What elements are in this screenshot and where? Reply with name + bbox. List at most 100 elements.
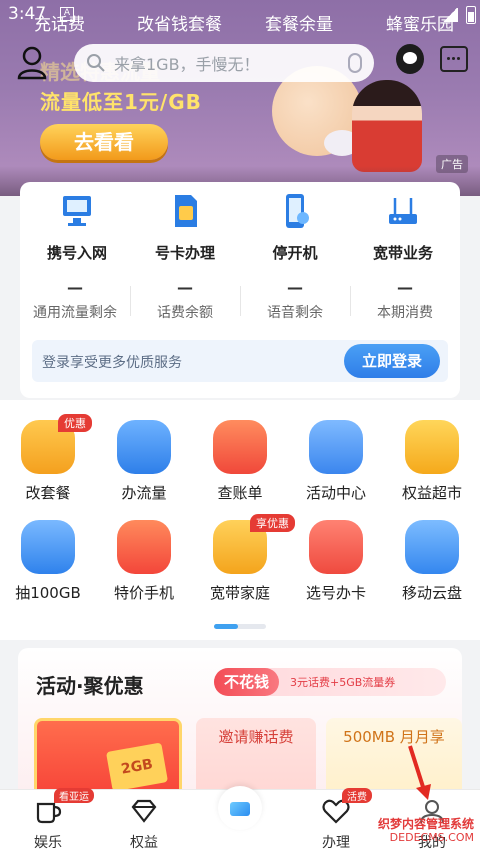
service-item[interactable]: 停开机: [250, 192, 340, 263]
cloud-upload-icon: [405, 520, 459, 574]
app-screen: 精选特惠流量 流量低至1元/GB 去看看 广告 3:47 A 充话费 改省钱套餐…: [0, 0, 480, 853]
tab-label: 办理: [322, 835, 350, 851]
stat-item[interactable]: — 话费余额: [130, 278, 240, 322]
tile-title: 500MB 月月享: [343, 728, 445, 746]
tab-handle[interactable]: 活费 办理: [288, 788, 384, 852]
pill-main: 不花钱: [214, 668, 280, 696]
top-nav-item[interactable]: 充话费: [34, 10, 85, 35]
grid-item-number[interactable]: 选号办卡: [288, 520, 384, 603]
diamond-icon: [131, 799, 157, 823]
page-indicator: [214, 624, 266, 629]
tab-entertainment[interactable]: 看亚运 娱乐: [0, 788, 96, 852]
home-icon: [230, 802, 250, 816]
grid-label: 权益超市: [401, 484, 462, 502]
bill-search-icon: [213, 420, 267, 474]
stat-label: 语音剩余: [267, 305, 323, 321]
stat-item[interactable]: — 语音剩余: [240, 278, 350, 322]
girl-illustration: [352, 80, 422, 172]
activity-title: 活动·聚优惠: [36, 674, 144, 698]
stat-item[interactable]: — 通用流量剩余: [20, 278, 130, 322]
stat-value: —: [397, 278, 413, 297]
stat-label: 通用流量剩余: [33, 305, 117, 321]
activity-section: 活动·聚优惠 不花钱 3元话费+5GB流量券 2GB 邀请赚话费 500MB 月…: [18, 648, 462, 798]
grid-item-benefits[interactable]: 权益超市: [384, 420, 480, 503]
grid-label: 活动中心: [305, 484, 366, 502]
top-nav: 充话费 改省钱套餐 套餐余量 蜂蜜乐园: [0, 8, 480, 36]
stat-item[interactable]: — 本期消费: [350, 278, 460, 322]
grid-item-cloud[interactable]: 移动云盘: [384, 520, 480, 603]
tab-badge: 活费: [342, 788, 372, 803]
activity-pill[interactable]: 不花钱 3元话费+5GB流量券: [214, 668, 446, 696]
router-icon: [389, 198, 417, 224]
red-arrow-icon: [408, 745, 431, 800]
service-card: 携号入网 号卡办理 停开机 宽带业务 — 通用流量剩余 — 话费余额 — 语音剩…: [20, 182, 460, 398]
water-drop-icon: [117, 420, 171, 474]
login-bar: 登录享受更多优质服务 立即登录: [32, 340, 448, 382]
v-badge-icon: [405, 420, 459, 474]
grid-item-draw[interactable]: 抽100GB: [0, 520, 96, 603]
phone-icon: [286, 194, 309, 228]
function-grid: 优惠 改套餐 办流量 查账单 活动中心 权益超市 抽100GB 特价手机 享优惠…: [0, 400, 480, 640]
computer-icon: [63, 196, 91, 226]
service-item[interactable]: 宽带业务: [358, 192, 448, 263]
service-item[interactable]: 携号入网: [32, 192, 122, 263]
money-bag-icon: [21, 520, 75, 574]
header-actions: [396, 44, 468, 74]
service-label: 号卡办理: [154, 244, 215, 262]
grid-label: 查账单: [217, 484, 263, 502]
top-nav-item[interactable]: 套餐余量: [265, 10, 333, 35]
message-icon[interactable]: [440, 46, 468, 72]
search-bar[interactable]: 来拿1GB，手慢无！: [74, 44, 374, 82]
pill-sub: 3元话费+5GB流量券: [290, 676, 396, 689]
grid-item-change-plan[interactable]: 优惠 改套餐: [0, 414, 96, 503]
search-placeholder: 来拿1GB，手慢无！: [114, 55, 260, 74]
service-item[interactable]: 号卡办理: [140, 192, 230, 263]
microphone-icon[interactable]: [348, 53, 362, 73]
activity-tile[interactable]: 2GB: [34, 718, 182, 798]
grid-label: 宽带家庭: [209, 584, 270, 602]
watermark-line2: DEDECMS.COM: [389, 831, 474, 844]
grid-label: 改套餐: [25, 484, 71, 502]
top-nav-item[interactable]: 改省钱套餐: [137, 10, 222, 35]
tile-title: 邀请赚话费: [218, 728, 294, 746]
banner-go-button[interactable]: 去看看: [40, 124, 168, 160]
grid-label: 抽100GB: [15, 584, 81, 602]
stat-label: 本期消费: [377, 305, 433, 321]
tab-badge: 看亚运: [54, 788, 94, 803]
grid-label: 选号办卡: [305, 584, 366, 602]
tab-label: 娱乐: [34, 835, 62, 851]
stat-label: 话费余额: [157, 305, 213, 321]
sim-card-icon: [175, 195, 197, 227]
login-button[interactable]: 立即登录: [344, 344, 440, 378]
top-nav-item[interactable]: 蜂蜜乐园: [386, 10, 454, 35]
activity-tile[interactable]: 邀请赚话费: [196, 718, 316, 798]
grid-item-activity[interactable]: 活动中心: [288, 420, 384, 503]
login-prompt: 登录享受更多优质服务: [42, 355, 182, 371]
service-label: 停开机: [272, 244, 318, 262]
grid-label: 办流量: [121, 484, 167, 502]
user-icon[interactable]: [16, 46, 48, 80]
phone-fire-icon: [117, 520, 171, 574]
activity-tile[interactable]: 500MB 月月享: [326, 718, 462, 798]
grid-label: 移动云盘: [401, 584, 462, 602]
grid-item-bill[interactable]: 查账单: [192, 420, 288, 503]
banner-slogan: 流量低至1元/GB: [40, 90, 202, 114]
gift-box-icon: [309, 420, 363, 474]
service-label: 宽带业务: [372, 244, 433, 262]
stat-value: —: [177, 278, 193, 297]
grid-label: 特价手机: [113, 584, 174, 602]
grid-item-phones[interactable]: 特价手机: [96, 520, 192, 603]
customer-service-icon[interactable]: [396, 44, 424, 74]
tab-label: 权益: [130, 835, 158, 851]
gift-card: 2GB: [105, 742, 169, 792]
grid-item-data[interactable]: 办流量: [96, 420, 192, 503]
grid-item-broadband[interactable]: 享优惠 宽带家庭: [192, 514, 295, 603]
watermark-line1: 织梦内容管理系统: [377, 817, 474, 831]
stat-value: —: [287, 278, 303, 297]
discount-tag: 优惠: [58, 414, 92, 432]
watermark: 织梦内容管理系统 DEDECMS.COM: [378, 817, 474, 845]
stat-value: —: [67, 278, 83, 297]
tab-benefits[interactable]: 权益: [96, 798, 192, 852]
service-label: 携号入网: [46, 244, 107, 262]
home-tab-button[interactable]: [218, 786, 262, 830]
